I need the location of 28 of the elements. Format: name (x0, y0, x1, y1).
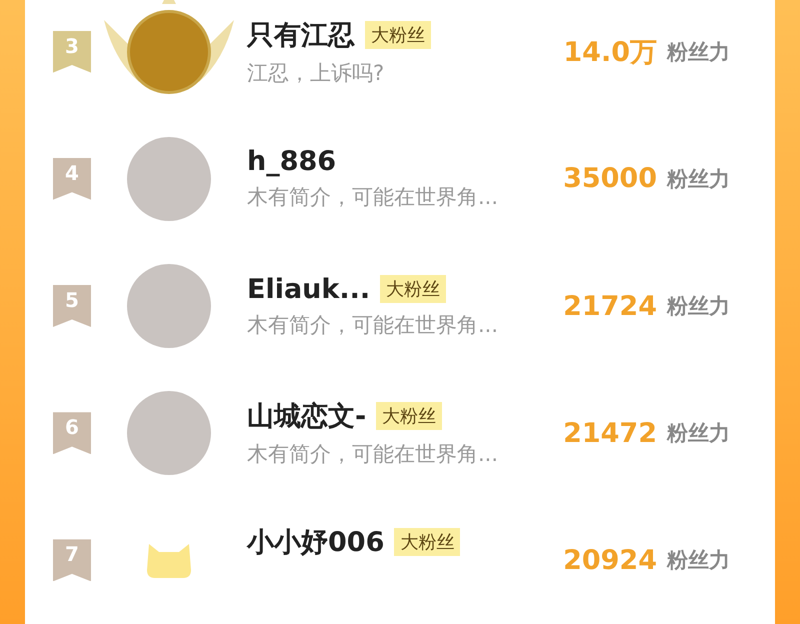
fan-power-label: 粉丝力 (667, 293, 730, 320)
fan-power-label: 粉丝力 (667, 38, 730, 66)
user-name[interactable]: h_886 (247, 146, 336, 178)
rank-flag: 3 (53, 30, 91, 73)
user-name[interactable]: 山城恋文- (247, 398, 366, 434)
fan-power-value: 21724 (563, 290, 657, 322)
fan-power-label: 粉丝力 (667, 420, 730, 448)
fan-level-badge: 大粉丝 (394, 528, 460, 556)
rank-flag: 7 (53, 539, 91, 582)
rank-flag: 5 (53, 285, 91, 327)
user-bio: 木有简介，可能在世界角... (247, 312, 500, 338)
fan-level-badge: 大粉丝 (365, 20, 431, 49)
fan-level-badge: 大粉丝 (376, 402, 442, 430)
user-name[interactable]: Eliauk... (247, 274, 370, 304)
fan-power-value: 20924 (563, 544, 657, 576)
rank-flag: 4 (53, 158, 91, 200)
user-name[interactable]: 小小妤006 (247, 524, 384, 560)
fan-power-label: 粉丝力 (667, 547, 730, 574)
fan-power-value: 14.0万 (563, 36, 657, 70)
fan-power-value: 35000 (563, 163, 657, 194)
rank-flag: 6 (53, 412, 91, 454)
fan-power-value: 21472 (563, 418, 657, 449)
user-name[interactable]: 只有江忍 (247, 16, 355, 53)
user-bio: 江忍，上诉吗? (247, 60, 386, 87)
user-bio: 木有简介，可能在世界角... (247, 184, 500, 212)
fan-level-badge: 大粉丝 (380, 275, 446, 303)
user-bio: 木有简介，可能在世界角... (247, 441, 500, 468)
fan-power-label: 粉丝力 (667, 166, 730, 193)
